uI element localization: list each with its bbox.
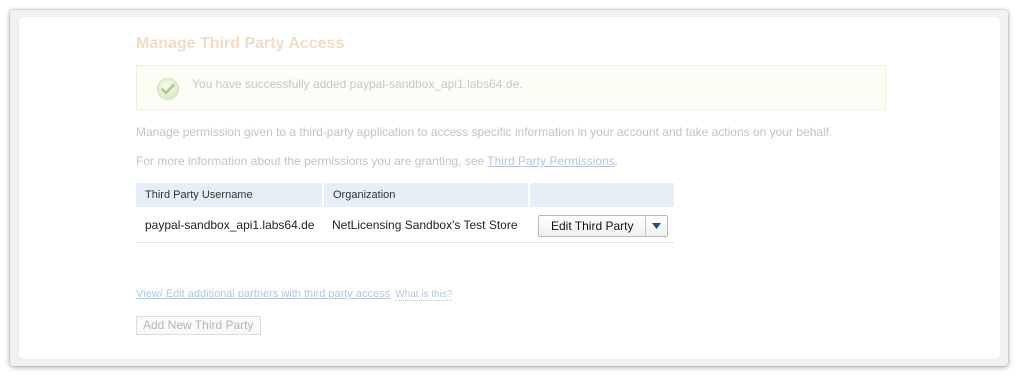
add-new-third-party-button[interactable]: Add New Third Party: [136, 316, 261, 335]
partners-section: View/ Edit additional partners with thir…: [136, 288, 453, 301]
third-party-table: Third Party Username Organization paypal…: [136, 183, 674, 243]
username-cell: paypal-sandbox_api1.labs64.de: [136, 207, 323, 243]
permissions-info-suffix: .: [614, 154, 619, 168]
caret-down-icon: [652, 223, 662, 229]
what-is-this-link[interactable]: What is this?: [395, 289, 453, 301]
permissions-info-text: For more information about the permissio…: [136, 154, 488, 168]
content-panel: Manage Third Party Access You have succe…: [18, 16, 1001, 360]
table-header-row: Third Party Username Organization: [136, 183, 674, 207]
actions-cell: Edit Third Party: [529, 207, 674, 243]
permissions-info: For more information about the permissio…: [136, 154, 618, 168]
success-message: You have successfully added paypal-sandb…: [192, 77, 523, 91]
third-party-permissions-link[interactable]: Third Party Permissions: [487, 154, 614, 168]
permission-description: Manage permission given to a third-party…: [136, 125, 833, 139]
table-row: paypal-sandbox_api1.labs64.de NetLicensi…: [136, 207, 674, 243]
view-edit-partners-link[interactable]: View/ Edit additional partners with thir…: [136, 288, 390, 300]
column-header-username: Third Party Username: [136, 183, 324, 207]
edit-third-party-split-button: Edit Third Party: [538, 215, 669, 237]
organization-cell: NetLicensing Sandbox's Test Store: [323, 207, 529, 243]
check-circle-icon: [157, 78, 179, 100]
edit-options-dropdown[interactable]: [646, 216, 667, 236]
page-title: Manage Third Party Access: [136, 35, 345, 52]
column-header-organization: Organization: [323, 183, 530, 207]
column-header-actions: [529, 183, 674, 207]
success-alert: You have successfully added paypal-sandb…: [136, 65, 886, 110]
edit-third-party-button[interactable]: Edit Third Party: [539, 216, 647, 236]
